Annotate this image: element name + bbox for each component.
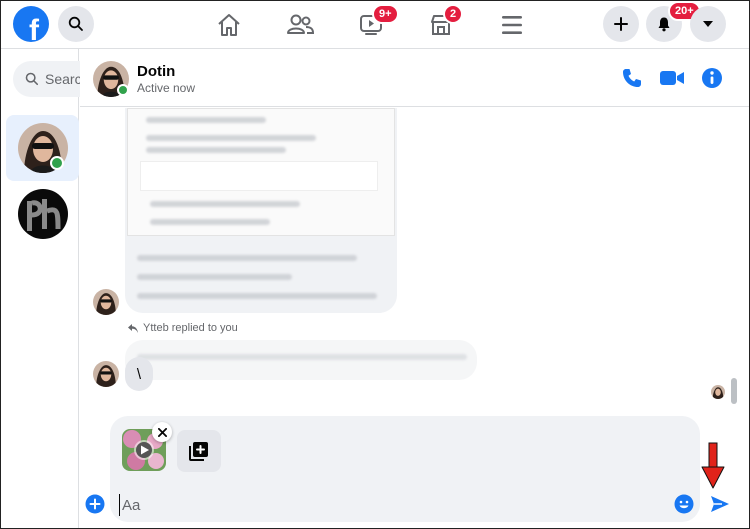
search-button[interactable]: [58, 6, 94, 42]
home-tab[interactable]: [215, 11, 243, 39]
phone-icon[interactable]: [621, 67, 643, 89]
marketplace-badge: 2: [443, 4, 464, 24]
reply-note-text: Ytteb replied to you: [143, 322, 238, 334]
friends-icon: [287, 14, 314, 34]
home-icon: [218, 14, 240, 36]
emoji-icon[interactable]: [674, 494, 694, 514]
video-call-icon[interactable]: [659, 67, 685, 89]
top-navbar: f 9+ 2 20+: [1, 1, 749, 49]
conversation-page[interactable]: [6, 181, 79, 247]
sender-avatar: [93, 361, 119, 387]
online-status-dot: [50, 156, 64, 170]
chat-panel: Dotin Active now Ytteb replied to you \ …: [80, 49, 749, 528]
avatar: [17, 189, 68, 239]
hamburger-menu-icon: [502, 16, 522, 34]
watch-badge: 9+: [372, 4, 399, 24]
add-plus-icon[interactable]: [85, 494, 105, 514]
facebook-logo[interactable]: f: [13, 6, 49, 42]
message-input[interactable]: [119, 494, 659, 516]
add-photo-icon: [189, 442, 208, 461]
chats-sidebar: Search: [1, 49, 103, 528]
chat-header: Dotin Active now: [80, 49, 749, 107]
reply-arrow-icon: [128, 323, 138, 333]
message-scrollbar[interactable]: [731, 378, 737, 404]
message-text: \: [136, 365, 142, 383]
app-frame: f 9+ 2 20+ Search Dotin Active now Ytteb…: [0, 0, 750, 529]
bell-icon: [658, 17, 670, 32]
reply-indicator: Ytteb replied to you: [128, 322, 238, 334]
message-bubble-image[interactable]: [125, 108, 397, 313]
remove-attachment-button[interactable]: [152, 422, 172, 442]
send-icon[interactable]: [710, 495, 730, 513]
friends-tab[interactable]: [286, 11, 314, 39]
quoted-message-bubble[interactable]: [125, 340, 477, 380]
message-bubble[interactable]: \: [125, 357, 153, 391]
add-more-media-button[interactable]: [177, 430, 221, 472]
contact-name[interactable]: Dotin: [137, 63, 175, 80]
sender-avatar: [93, 289, 119, 315]
search-icon: [25, 72, 39, 86]
caret-down-icon: [703, 21, 713, 27]
search-icon: [68, 16, 83, 31]
conversation-dotin[interactable]: [6, 115, 79, 181]
annotation-arrow-icon: [701, 442, 725, 489]
online-status-dot: [117, 84, 129, 96]
menu-tab[interactable]: [498, 11, 526, 39]
close-icon: [157, 427, 167, 437]
contact-status: Active now: [137, 81, 196, 95]
message-list: Ytteb replied to you \: [80, 108, 740, 410]
info-icon[interactable]: [701, 67, 723, 89]
seen-receipt-avatar: [711, 385, 725, 399]
create-button[interactable]: [603, 6, 639, 42]
message-composer: [110, 416, 700, 522]
plus-icon: [614, 17, 628, 31]
account-menu-button[interactable]: [690, 6, 726, 42]
blurred-screenshot: [127, 108, 395, 236]
